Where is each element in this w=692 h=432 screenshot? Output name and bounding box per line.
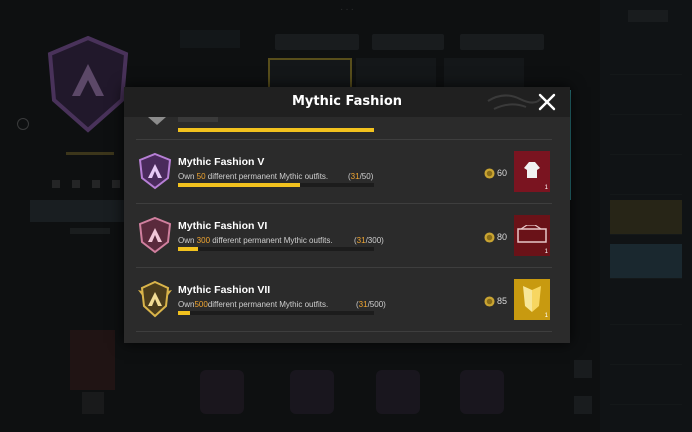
desc-prefix: Own bbox=[178, 300, 195, 309]
points-display: 85 bbox=[484, 295, 507, 307]
points-display: 80 bbox=[484, 231, 507, 243]
dialog-title: Mythic Fashion bbox=[291, 94, 403, 109]
desc-suffix: different permanent Mythic outfits. bbox=[207, 300, 329, 309]
progress-bar-fill bbox=[178, 247, 199, 251]
menu-item bbox=[610, 244, 682, 279]
emblem-tile bbox=[376, 370, 420, 414]
achievement-list[interactable]: Mythic Fashion V Own 50 different perman… bbox=[136, 117, 564, 343]
achievement-description: Own 50 different permanent Mythic outfit… bbox=[178, 172, 328, 181]
emblem-tile bbox=[460, 370, 504, 414]
reward-item[interactable]: 1 bbox=[514, 279, 550, 320]
achievement-description: Own500different permanent Mythic outfits… bbox=[178, 300, 328, 309]
header-label bbox=[180, 30, 240, 48]
info-block bbox=[30, 200, 130, 222]
filter-dropdown bbox=[275, 34, 359, 50]
desc-prefix: Own bbox=[178, 172, 197, 181]
reward-count: 1 bbox=[544, 313, 548, 319]
game-screen: ··· Mythic Fashion Mythic Fashion V Own … bbox=[0, 0, 692, 432]
menu-item bbox=[610, 200, 682, 235]
shield-badge-icon bbox=[138, 152, 172, 190]
points-value: 80 bbox=[497, 232, 508, 242]
achievement-name: Mythic Fashion VI bbox=[178, 220, 268, 232]
list-item-partial bbox=[136, 117, 552, 139]
side-card bbox=[70, 330, 115, 390]
achievement-description: Own 300 different permanent Mythic outfi… bbox=[178, 236, 333, 245]
achievement-row[interactable]: Mythic Fashion VII Own500different perma… bbox=[136, 268, 552, 330]
progress-bar-fill bbox=[178, 128, 374, 132]
progress-bar-fill bbox=[178, 311, 191, 315]
progress-bar bbox=[178, 247, 374, 251]
desc-target: 300 bbox=[196, 236, 211, 245]
outfit-icon bbox=[524, 162, 540, 178]
top-handle: ··· bbox=[340, 4, 356, 15]
menu-item bbox=[610, 160, 682, 195]
progress-text: (31/300) bbox=[354, 236, 384, 245]
filter-dropdown bbox=[460, 34, 544, 50]
menu-item bbox=[610, 80, 682, 115]
row-divider bbox=[136, 331, 552, 332]
desc-prefix: Own bbox=[178, 236, 197, 245]
achievement-name: Mythic Fashion V bbox=[178, 156, 265, 168]
reward-item[interactable]: 1 bbox=[514, 151, 550, 192]
menu-item bbox=[610, 40, 682, 75]
desc-suffix: different permanent Mythic outfits. bbox=[205, 172, 329, 181]
points-value: 85 bbox=[497, 296, 508, 306]
reward-count: 1 bbox=[544, 249, 548, 255]
close-icon[interactable] bbox=[538, 93, 556, 111]
progress-text: (31/50) bbox=[348, 172, 374, 181]
points-display: 60 bbox=[484, 167, 507, 179]
achievement-row[interactable]: Mythic Fashion V Own 50 different perman… bbox=[136, 140, 552, 202]
emblem-tile bbox=[290, 370, 334, 414]
reward-count: 1 bbox=[544, 185, 548, 191]
progress-bar-fill bbox=[178, 183, 300, 187]
desc-suffix: different permanent Mythic outfits. bbox=[210, 236, 333, 245]
desc-target: 50 bbox=[196, 172, 206, 181]
progress-current: 31 bbox=[350, 172, 360, 181]
thumb-tile bbox=[356, 58, 436, 90]
progress-total: /300 bbox=[365, 236, 382, 245]
reward-item[interactable]: 1 bbox=[514, 215, 550, 256]
desc-target: 500 bbox=[194, 300, 208, 309]
achievement-row[interactable]: Mythic Fashion VI Own 300 different perm… bbox=[136, 204, 552, 266]
winged-badge-icon bbox=[138, 280, 172, 318]
progress-bar bbox=[178, 311, 374, 315]
menu-header bbox=[628, 10, 668, 22]
menu-item bbox=[610, 330, 682, 365]
points-value: 60 bbox=[497, 168, 508, 178]
wings-icon bbox=[523, 286, 541, 312]
progress-bar bbox=[178, 183, 374, 187]
achievement-name: Mythic Fashion VII bbox=[178, 284, 271, 296]
achievement-points-icon bbox=[484, 295, 495, 307]
thumb-tile bbox=[444, 58, 524, 90]
side-button bbox=[82, 392, 104, 414]
clipped-text bbox=[178, 117, 218, 122]
achievement-dialog: Mythic Fashion Mythic Fashion V Own 50 d… bbox=[124, 87, 570, 343]
badge-icon bbox=[148, 117, 166, 125]
frame-icon bbox=[517, 225, 547, 243]
square-button bbox=[574, 360, 592, 378]
progress-current: 31 bbox=[358, 300, 368, 309]
shield-badge-icon bbox=[138, 216, 172, 254]
progress-text: (31/500) bbox=[356, 300, 386, 309]
dialog-header: Mythic Fashion bbox=[124, 87, 570, 117]
stats-row bbox=[52, 180, 132, 188]
emblem-tile bbox=[200, 370, 244, 414]
menu-item bbox=[610, 370, 682, 405]
star-bar bbox=[66, 152, 114, 155]
filter-dropdown bbox=[372, 34, 444, 50]
progress-total: /50 bbox=[359, 172, 371, 181]
menu-item bbox=[610, 120, 682, 155]
progress-current: 31 bbox=[356, 236, 366, 245]
square-button bbox=[574, 396, 592, 414]
progress-total: /500 bbox=[367, 300, 384, 309]
radio-indicator bbox=[17, 118, 29, 130]
info-line bbox=[70, 228, 110, 234]
achievement-points-icon bbox=[484, 231, 495, 243]
menu-item bbox=[610, 290, 682, 325]
emblem-icon bbox=[47, 35, 129, 133]
achievement-points-icon bbox=[484, 167, 495, 179]
